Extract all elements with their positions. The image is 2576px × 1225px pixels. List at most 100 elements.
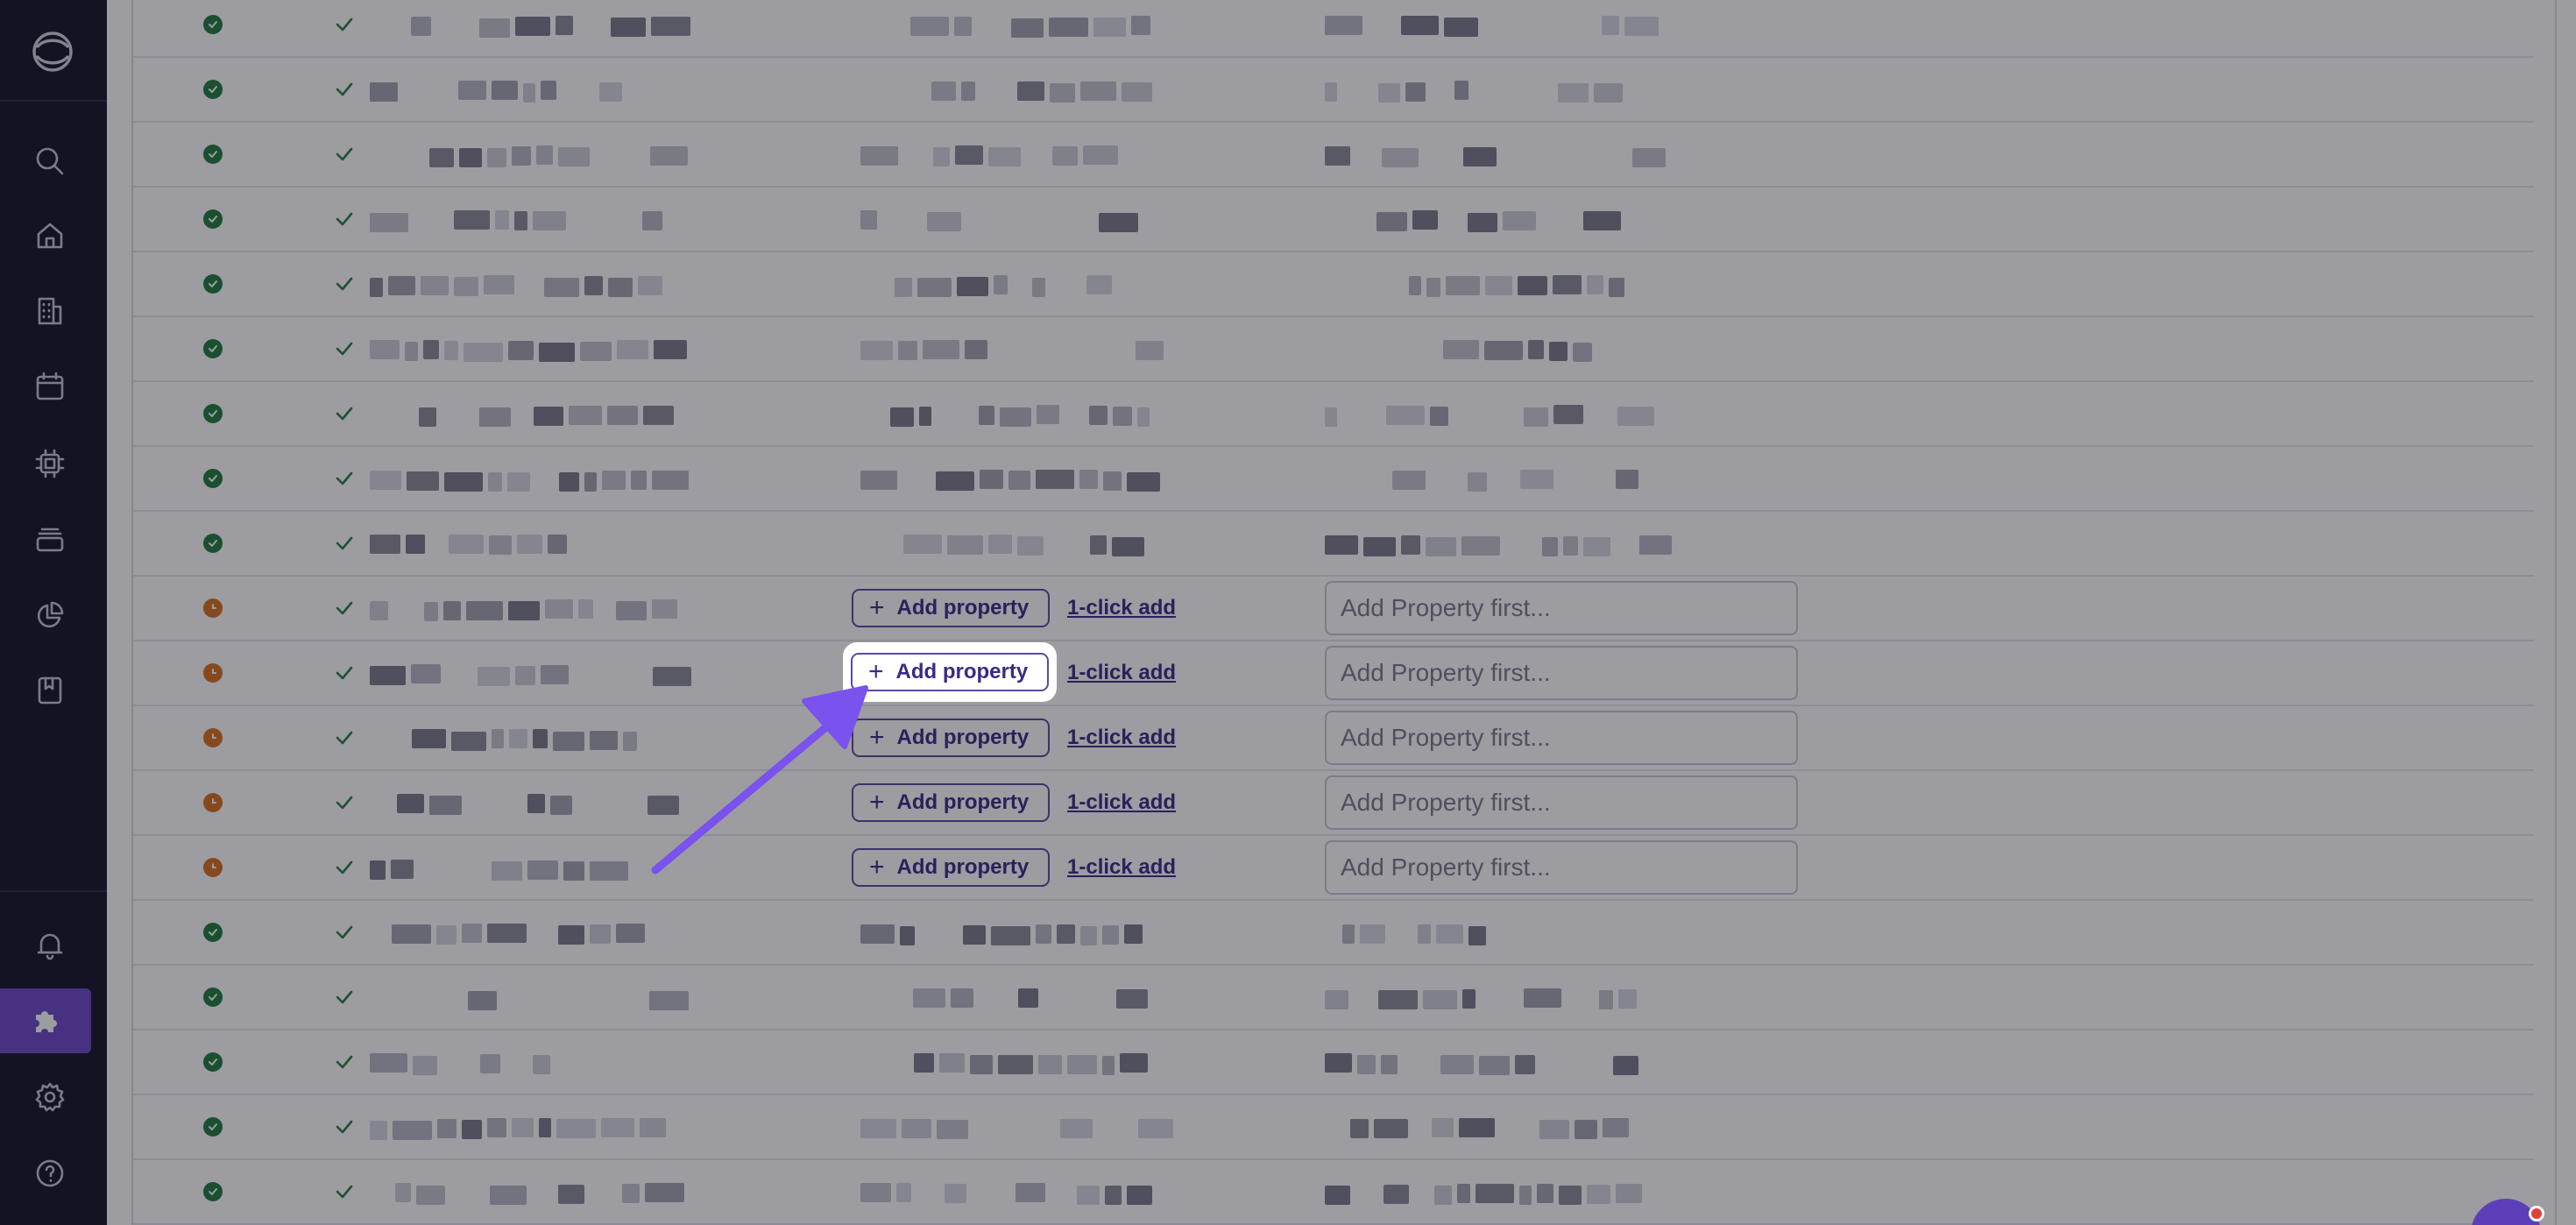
redacted-property — [988, 147, 1021, 166]
redacted-name — [553, 732, 584, 751]
table-row[interactable] — [133, 901, 2534, 966]
status-pending-icon — [203, 728, 223, 747]
table-row[interactable]: + Add property 1-click add Add Property fir… — [133, 836, 2534, 901]
checkmark-icon — [333, 337, 356, 360]
one-click-add-link[interactable]: 1-click add — [1067, 726, 1176, 750]
checkmark-icon — [333, 1051, 356, 1073]
redacted-name — [480, 1054, 500, 1073]
building-icon[interactable] — [32, 293, 68, 329]
redacted-details — [1325, 1186, 1350, 1205]
help-icon[interactable] — [32, 1155, 68, 1192]
status-pending-icon — [203, 598, 223, 618]
redacted-property — [1038, 1055, 1062, 1074]
redacted-name — [544, 278, 579, 297]
calendar-icon[interactable] — [32, 368, 68, 405]
table-row[interactable] — [133, 317, 2534, 382]
redacted-name — [539, 343, 575, 362]
redacted-details — [1583, 211, 1621, 230]
redacted-property — [1103, 471, 1122, 491]
checkmark-icon — [333, 791, 356, 814]
table-row[interactable] — [133, 58, 2534, 123]
table-row[interactable] — [133, 188, 2534, 252]
table-row[interactable]: + Add property 1-click add Add Property fir… — [133, 577, 2534, 641]
status-pending-icon — [203, 793, 223, 812]
redacted-details — [1462, 989, 1476, 1009]
redacted-details — [1426, 537, 1456, 556]
table-row[interactable] — [133, 966, 2534, 1030]
table-row[interactable] — [133, 1160, 2534, 1225]
add-property-button-highlighted[interactable]: + Add property — [851, 653, 1049, 691]
table-row[interactable] — [133, 382, 2534, 447]
table-row[interactable] — [133, 1095, 2534, 1160]
redacted-property — [927, 212, 961, 231]
search-icon[interactable] — [32, 143, 68, 180]
add-property-button[interactable]: + Add property — [852, 783, 1050, 822]
redacted-name — [454, 277, 478, 296]
redacted-details — [1616, 1184, 1642, 1203]
redacted-property — [931, 81, 956, 101]
property-input-disabled[interactable]: Add Property first... — [1325, 581, 1798, 635]
redacted-details — [1325, 1053, 1352, 1073]
redacted-name — [550, 796, 572, 815]
redacted-details — [1325, 990, 1348, 1009]
redacted-name — [391, 860, 414, 879]
redacted-details — [1632, 148, 1666, 167]
puzzle-icon[interactable] — [0, 988, 91, 1053]
one-click-add-link[interactable]: 1-click add — [1067, 596, 1176, 620]
add-property-button[interactable]: + Add property — [852, 719, 1050, 757]
book-icon[interactable] — [32, 672, 68, 709]
redacted-details — [1553, 405, 1583, 424]
property-input-disabled[interactable]: Add Property first... — [1325, 840, 1798, 895]
table-row[interactable] — [133, 123, 2534, 188]
status-ok-icon — [203, 339, 223, 358]
table-row[interactable] — [133, 447, 2534, 512]
redacted-name — [411, 664, 441, 683]
chip-icon[interactable] — [32, 445, 68, 482]
redacted-name — [648, 796, 679, 815]
table-row[interactable] — [133, 512, 2534, 577]
redacted-name — [487, 148, 506, 167]
redacted-property — [1124, 924, 1143, 944]
one-click-add-link[interactable]: 1-click add — [1067, 855, 1176, 880]
table-row[interactable]: + Add property 1-click add Add Property fir… — [133, 641, 2534, 706]
bell-icon[interactable] — [32, 927, 68, 964]
brand-logo[interactable] — [27, 26, 78, 77]
redacted-details — [1446, 276, 1480, 295]
home-icon[interactable] — [32, 217, 68, 254]
redacted-details — [1412, 210, 1438, 230]
redacted-property — [1080, 926, 1097, 945]
redacted-details — [1559, 1186, 1582, 1205]
table-row[interactable] — [133, 0, 2534, 58]
redacted-property — [860, 210, 877, 230]
redacted-property — [1011, 18, 1044, 38]
sidebar — [0, 0, 107, 1225]
redacted-name — [490, 1186, 527, 1205]
table-row[interactable] — [133, 1030, 2534, 1095]
redacted-property — [988, 535, 1012, 554]
tour-highlight: + Add property — [843, 642, 1057, 702]
redacted-property — [860, 341, 893, 360]
add-property-button[interactable]: + Add property — [852, 848, 1050, 887]
one-click-add-link[interactable]: 1-click add — [1067, 790, 1176, 815]
property-input-disabled[interactable]: Add Property first... — [1325, 711, 1798, 765]
redacted-name — [616, 924, 645, 943]
redacted-name — [512, 146, 531, 166]
table-row[interactable] — [133, 252, 2534, 317]
table-row[interactable]: + Add property 1-click add Add Property fir… — [133, 706, 2534, 771]
redacted-details — [1381, 1055, 1398, 1074]
redacted-property — [1036, 470, 1074, 489]
property-input-disabled[interactable]: Add Property first... — [1325, 775, 1798, 830]
redacted-name — [464, 343, 503, 362]
redacted-name — [607, 406, 638, 425]
table-row[interactable]: + Add property 1-click add Add Property fir… — [133, 771, 2534, 836]
property-input-disabled[interactable]: Add Property first... — [1325, 646, 1798, 700]
pie-chart-icon[interactable] — [32, 597, 68, 634]
inbox-icon[interactable] — [32, 520, 68, 557]
redacted-details — [1587, 1185, 1610, 1204]
add-property-button[interactable]: + Add property — [852, 589, 1050, 627]
redacted-name — [508, 341, 534, 360]
redacted-name — [370, 535, 400, 554]
gear-icon[interactable] — [32, 1079, 68, 1115]
redacted-details — [1575, 1120, 1597, 1139]
one-click-add-link[interactable]: 1-click add — [1067, 661, 1176, 685]
